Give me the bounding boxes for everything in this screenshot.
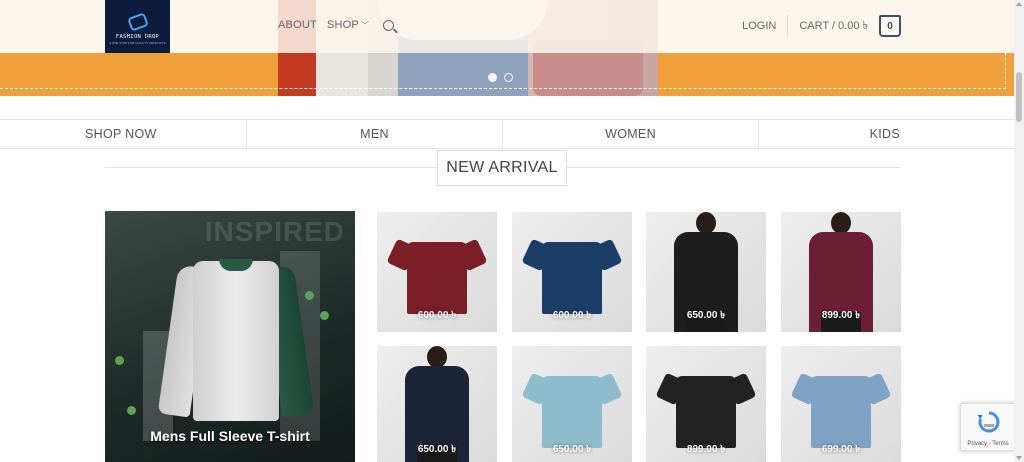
recaptcha-badge[interactable]: Privacy - Terms xyxy=(960,403,1016,451)
tshirt-image xyxy=(193,261,279,421)
product-image xyxy=(676,376,736,448)
logo-tagline: A ONE STOP FOR QUALITY PRODUCTS xyxy=(109,41,166,45)
cart-count-icon[interactable]: 0 xyxy=(879,15,901,37)
site-header: FASHION DROP A ONE STOP FOR QUALITY PROD… xyxy=(0,0,1014,53)
product-price: 600.00 ৳ xyxy=(417,310,457,321)
logo-icon xyxy=(126,12,149,32)
page: FASHION DROP A ONE STOP FOR QUALITY PROD… xyxy=(0,0,1024,462)
product-card[interactable]: 650.00 ৳ xyxy=(646,212,766,332)
logo[interactable]: FASHION DROP A ONE STOP FOR QUALITY PROD… xyxy=(105,0,170,53)
account-nav: LOGIN CART / 0.00 ৳ 0 xyxy=(742,15,901,37)
product-image xyxy=(542,242,602,314)
main-nav: ABOUT SHOP ﹀ xyxy=(278,19,395,31)
product-price: 650.00 ৳ xyxy=(552,444,592,455)
featured-bg-text: INSPIRED xyxy=(204,216,345,247)
product-price: 650.00 ৳ xyxy=(417,444,457,455)
product-price: 899.00 ৳ xyxy=(686,444,726,455)
product-price: 699.00 ৳ xyxy=(821,444,861,455)
search-icon[interactable] xyxy=(383,19,395,31)
slider-dot-2[interactable] xyxy=(504,73,513,82)
nav-about[interactable]: ABOUT xyxy=(278,19,317,31)
category-kids[interactable]: KIDS xyxy=(759,120,1014,148)
section-title: NEW ARRIVAL xyxy=(437,150,567,186)
category-women[interactable]: WOMEN xyxy=(503,120,759,148)
nav-shop-label: SHOP xyxy=(326,19,359,31)
product-card[interactable]: 650.00 ৳ xyxy=(377,346,497,462)
logo-text: FASHION DROP xyxy=(115,34,160,40)
chevron-down-icon: ﹀ xyxy=(360,21,370,30)
product-price: 600.00 ৳ xyxy=(552,310,592,321)
product-image xyxy=(542,376,602,448)
product-card[interactable]: 600.00 ৳ xyxy=(512,212,632,332)
category-shop-now[interactable]: SHOP NOW xyxy=(0,120,247,148)
scroll-thumb[interactable] xyxy=(1016,72,1022,122)
login-link[interactable]: LOGIN xyxy=(742,15,789,37)
product-image xyxy=(407,242,467,314)
recaptcha-icon xyxy=(977,411,1000,433)
product-card[interactable]: 650.00 ৳ xyxy=(512,346,632,462)
product-price: 650.00 ৳ xyxy=(686,310,726,321)
product-image xyxy=(811,376,871,448)
scroll-up-icon[interactable] xyxy=(1016,2,1022,6)
featured-product[interactable]: INSPIRED Mens Full Sleeve T-shirt xyxy=(105,211,355,462)
slider-dot-1[interactable] xyxy=(488,73,497,82)
cart-link[interactable]: CART / 0.00 ৳ xyxy=(788,15,868,37)
nav-shop[interactable]: SHOP ﹀ xyxy=(327,19,369,31)
product-card[interactable]: 899.00 ৳ xyxy=(646,346,766,462)
hero-dashed-border xyxy=(0,53,1006,89)
slider-dots xyxy=(488,73,513,82)
category-bar: SHOP NOW MEN WOMEN KIDS xyxy=(0,119,1014,149)
scroll-down-icon[interactable] xyxy=(1016,456,1022,460)
product-price: 899.00 ৳ xyxy=(821,310,861,321)
product-card[interactable]: 600.00 ৳ xyxy=(377,212,497,332)
scrollbar[interactable] xyxy=(1014,0,1024,462)
product-card[interactable]: 899.00 ৳ xyxy=(781,212,901,332)
featured-product-name[interactable]: Mens Full Sleeve T-shirt xyxy=(105,428,355,444)
recaptcha-links[interactable]: Privacy - Terms xyxy=(961,441,1015,447)
category-men[interactable]: MEN xyxy=(247,120,503,148)
product-card[interactable]: 699.00 ৳ xyxy=(781,346,901,462)
